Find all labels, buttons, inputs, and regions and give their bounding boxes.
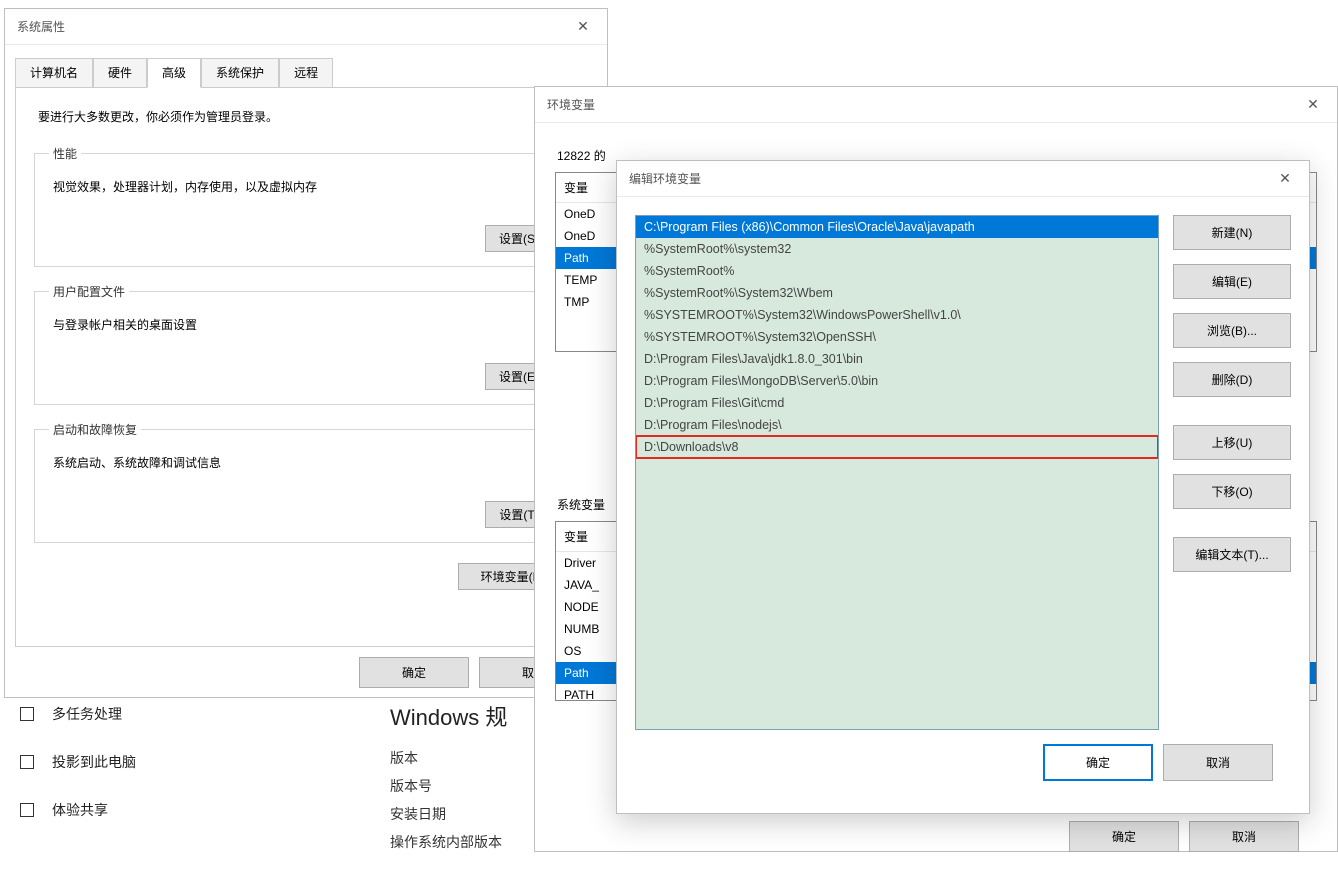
close-icon[interactable]: ✕ [1291, 90, 1335, 120]
browse-button[interactable]: 浏览(B)... [1173, 313, 1291, 348]
path-item[interactable]: D:\Downloads\v8 [636, 436, 1158, 458]
path-item[interactable]: C:\Program Files (x86)\Common Files\Orac… [636, 216, 1158, 238]
settings-nav-label: 多任务处理 [52, 704, 122, 724]
group-legend: 用户配置文件 [49, 283, 129, 300]
move-up-button[interactable]: 上移(U) [1173, 425, 1291, 460]
ok-button[interactable]: 确定 [1043, 744, 1153, 781]
group-desc: 视觉效果，处理器计划，内存使用，以及虚拟内存 [53, 178, 563, 195]
group-desc: 系统启动、系统故障和调试信息 [53, 454, 563, 471]
admin-note: 要进行大多数更改，你必须作为管理员登录。 [38, 108, 578, 125]
delete-button[interactable]: 删除(D) [1173, 362, 1291, 397]
settings-row: 操作系统内部版本 [390, 832, 507, 852]
dialog-title: 环境变量 [547, 96, 595, 113]
group-legend: 启动和故障恢复 [49, 421, 141, 438]
path-item[interactable]: D:\Program Files\MongoDB\Server\5.0\bin [636, 370, 1158, 392]
system-properties-dialog: 系统属性 ✕ 计算机名硬件高级系统保护远程 要进行大多数更改，你必须作为管理员登… [4, 8, 608, 698]
settings-row: 安装日期 [390, 804, 507, 824]
side-buttons: 新建(N) 编辑(E) 浏览(B)... 删除(D) 上移(U) 下移(O) 编… [1173, 215, 1291, 730]
titlebar[interactable]: 环境变量 ✕ [535, 87, 1337, 123]
path-item[interactable]: D:\Program Files\Git\cmd [636, 392, 1158, 414]
ok-button[interactable]: 确定 [1069, 821, 1179, 852]
titlebar[interactable]: 编辑环境变量 ✕ [617, 161, 1309, 197]
cancel-button[interactable]: 取消 [1163, 744, 1273, 781]
path-item[interactable]: D:\Program Files\Java\jdk1.8.0_301\bin [636, 348, 1158, 370]
dialog-title: 系统属性 [17, 18, 65, 35]
edit-environment-variable-dialog: 编辑环境变量 ✕ C:\Program Files (x86)\Common F… [616, 160, 1310, 814]
path-item[interactable]: %SystemRoot% [636, 260, 1158, 282]
tab-远程[interactable]: 远程 [279, 58, 333, 88]
path-item[interactable]: D:\Program Files\nodejs\ [636, 414, 1158, 436]
path-item[interactable]: %SystemRoot%\System32\Wbem [636, 282, 1158, 304]
group-startup-recovery: 启动和故障恢复 系统启动、系统故障和调试信息 设置(T)... [34, 421, 578, 543]
tabstrip: 计算机名硬件高级系统保护远程 [5, 45, 607, 87]
ok-button[interactable]: 确定 [359, 657, 469, 688]
settings-row: 版本 [390, 748, 507, 768]
edit-text-button[interactable]: 编辑文本(T)... [1173, 537, 1291, 572]
square-icon [20, 755, 34, 769]
group-legend: 性能 [49, 145, 81, 162]
tab-系统保护[interactable]: 系统保护 [201, 58, 279, 88]
close-icon[interactable]: ✕ [1263, 164, 1307, 194]
move-down-button[interactable]: 下移(O) [1173, 474, 1291, 509]
group-performance: 性能 视觉效果，处理器计划，内存使用，以及虚拟内存 设置(S)... [34, 145, 578, 267]
path-item[interactable]: %SystemRoot%\system32 [636, 238, 1158, 260]
settings-nav-label: 体验共享 [52, 800, 108, 820]
settings-row: 版本号 [390, 776, 507, 796]
settings-nav-label: 投影到此电脑 [52, 752, 136, 772]
tab-硬件[interactable]: 硬件 [93, 58, 147, 88]
cancel-button[interactable]: 取消 [1189, 821, 1299, 852]
close-icon[interactable]: ✕ [561, 12, 605, 42]
new-button[interactable]: 新建(N) [1173, 215, 1291, 250]
group-user-profiles: 用户配置文件 与登录帐户相关的桌面设置 设置(E)... [34, 283, 578, 405]
tab-计算机名[interactable]: 计算机名 [15, 58, 93, 88]
path-list[interactable]: C:\Program Files (x86)\Common Files\Orac… [635, 215, 1159, 730]
square-icon [20, 803, 34, 817]
titlebar[interactable]: 系统属性 ✕ [5, 9, 607, 45]
group-desc: 与登录帐户相关的桌面设置 [53, 316, 563, 333]
square-icon [20, 707, 34, 721]
path-item[interactable]: %SYSTEMROOT%\System32\OpenSSH\ [636, 326, 1158, 348]
tab-body-advanced: 要进行大多数更改，你必须作为管理员登录。 性能 视觉效果，处理器计划，内存使用，… [15, 87, 597, 647]
settings-main: Windows 规 版本版本号安装日期操作系统内部版本 [390, 700, 507, 860]
dialog-title: 编辑环境变量 [629, 170, 701, 187]
tab-高级[interactable]: 高级 [147, 58, 201, 88]
edit-button[interactable]: 编辑(E) [1173, 264, 1291, 299]
path-item[interactable]: %SYSTEMROOT%\System32\WindowsPowerShell\… [636, 304, 1158, 326]
